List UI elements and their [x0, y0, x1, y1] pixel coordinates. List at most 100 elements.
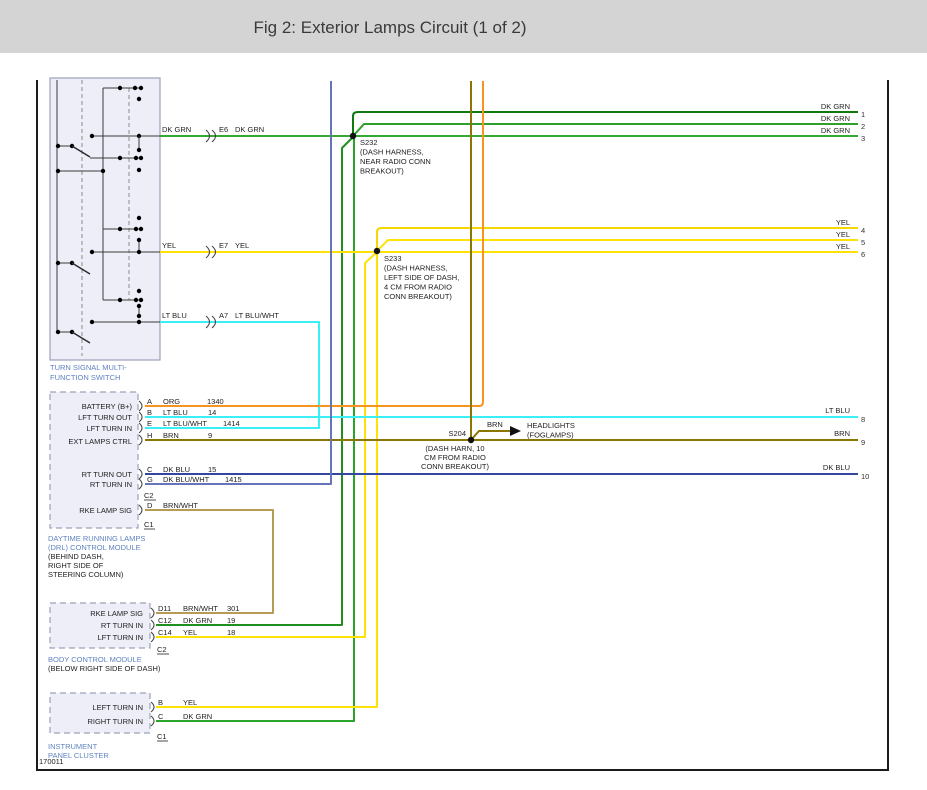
drl-pin-h: H: [147, 431, 152, 440]
wire-org: [145, 81, 484, 407]
drl-connector-c1: C1: [144, 520, 154, 529]
terminal-4-num: 4: [861, 226, 865, 235]
headlights-branch-label: BRN HEADLIGHTS (FOGLAMPS): [487, 420, 575, 440]
s232-note-3: BREAKOUT): [360, 167, 404, 176]
branch-dest-line1: HEADLIGHTS: [527, 421, 575, 430]
cluster-module-box: LEFT TURN IN B YEL RIGHT TURN IN C DK GR…: [49, 692, 212, 742]
drl-pin-c-ckt: 15: [208, 465, 216, 474]
terminal-3-wire: DK GRN: [821, 126, 850, 135]
bcm-pin-d11: D11: [158, 604, 171, 613]
drl-pin-d-wire: BRN/WHT: [163, 501, 198, 510]
s204-id: S204: [448, 429, 466, 438]
drl-pin-c-wire: DK BLU: [163, 465, 190, 474]
wire-brn-branch: [470, 430, 510, 441]
terminal-8-num: 8: [861, 415, 865, 424]
s233-note-3: 4 CM FROM RADIO: [384, 283, 452, 292]
drl-module-box: BATTERY (B+) A ORG 1340 LFT TURN OUT B L…: [49, 391, 242, 530]
bcm-loc: (BELOW RIGHT SIDE OF DASH): [48, 664, 161, 673]
wires: [145, 81, 858, 722]
s232-note-1: (DASH HARNESS,: [360, 148, 424, 157]
s233-note-2: LEFT SIDE OF DASH,: [384, 273, 459, 282]
terminal-8-wire: LT BLU: [825, 406, 850, 415]
drl-pin-d-label: RKE LAMP SIG: [79, 506, 132, 515]
drl-pin-a-wire: ORG: [163, 397, 180, 406]
wire-label-out: YEL: [235, 241, 249, 250]
exterior-lamps-circuit-diagram: TURN SIGNAL MULTI- FUNCTION SWITCH S232 …: [36, 77, 889, 771]
terminal-10-wire: DK BLU: [823, 463, 850, 472]
terminal-1-num: 1: [861, 110, 865, 119]
terminal-5-wire: YEL: [836, 230, 850, 239]
terminal-6-wire: YEL: [836, 242, 850, 251]
s204-note-3: CONN BREAKOUT): [421, 462, 489, 471]
terminal-2-wire: DK GRN: [821, 114, 850, 123]
bcm-pin-d11-ckt: 301: [227, 604, 240, 613]
turn-signal-switch-box: [49, 77, 161, 361]
s232-note-2: NEAR RADIO CONN: [360, 157, 431, 166]
wire-dk-grn-1: [352, 111, 858, 133]
drl-pin-b: B: [147, 408, 152, 417]
s204-note-2: CM FROM RADIO: [424, 453, 486, 462]
bcm-pin-c12-ckt: 19: [227, 616, 235, 625]
switch-output-yel: YEL E7 YEL: [162, 241, 249, 259]
terminal-5-num: 5: [861, 238, 865, 247]
bcm-module-label: BODY CONTROL MODULE (BELOW RIGHT SIDE OF…: [48, 655, 161, 673]
drl-name-line2: (DRL) CONTROL MODULE: [48, 543, 141, 552]
cluster-pin-b: B: [158, 698, 163, 707]
bcm-pin-c14-ckt: 18: [227, 628, 235, 637]
turn-signal-switch-label: TURN SIGNAL MULTI- FUNCTION SWITCH: [50, 363, 127, 382]
drl-pin-h-ckt: 9: [208, 431, 212, 440]
bcm-pin-c14-label: LFT TURN IN: [97, 633, 143, 642]
wire-yel-to-bcm-c14: [156, 251, 378, 638]
branch-wire-label: BRN: [487, 420, 503, 429]
s233-note-1: (DASH HARNESS,: [384, 264, 448, 273]
drl-pin-a: A: [147, 397, 152, 406]
wire-label: YEL: [162, 241, 176, 250]
bcm-module-box: RKE LAMP SIG D11 BRN/WHT 301 RT TURN IN …: [49, 602, 240, 655]
drl-pin-h-wire: BRN: [163, 431, 179, 440]
wire-label-out: LT BLU/WHT: [235, 311, 279, 320]
wire-dk-grn-2: [353, 123, 858, 136]
drl-pin-g-ckt: 1415: [225, 475, 242, 484]
wire-label: DK GRN: [162, 125, 191, 134]
cluster-pin-b-label: LEFT TURN IN: [92, 703, 143, 712]
s204-note-1: (DASH HARN, 10: [425, 444, 484, 453]
bcm-pin-c12-label: RT TURN IN: [101, 621, 143, 630]
headlights-arrow: [510, 426, 521, 436]
switch-name-line1: TURN SIGNAL MULTI-: [50, 363, 127, 372]
branch-dest-line2: (FOGLAMPS): [527, 431, 574, 440]
drl-connector-c2: C2: [144, 491, 154, 500]
cluster-pin-c: C: [158, 712, 164, 721]
right-terminals: DK GRN 1 DK GRN 2 DK GRN 3 YEL 4 YEL 5 Y…: [821, 102, 870, 481]
cluster-pin-c-label: RIGHT TURN IN: [87, 717, 143, 726]
drl-loc-line2: RIGHT SIDE OF: [48, 561, 104, 570]
drl-module-label: DAYTIME RUNNING LAMPS (DRL) CONTROL MODU…: [48, 534, 145, 579]
wire-label: LT BLU: [162, 311, 187, 320]
drl-pin-h-label: EXT LAMPS CTRL: [68, 437, 132, 446]
wire-yel-5: [377, 239, 858, 251]
drl-pin-g-label: RT TURN IN: [90, 480, 132, 489]
drl-pin-c-label: RT TURN OUT: [82, 470, 133, 479]
terminal-2-num: 2: [861, 122, 865, 131]
drl-pin-d: D: [147, 501, 153, 510]
bcm-pin-c14: C14: [158, 628, 172, 637]
wire-label-out: DK GRN: [235, 125, 264, 134]
drl-loc-line3: STEERING COLUMN): [48, 570, 124, 579]
bcm-pin-d11-label: RKE LAMP SIG: [90, 609, 143, 618]
drl-name-line1: DAYTIME RUNNING LAMPS: [48, 534, 145, 543]
drl-pin-b-label: LFT TURN OUT: [78, 413, 132, 422]
switch-name-line2: FUNCTION SWITCH: [50, 373, 120, 382]
wire-yel-4: [376, 227, 858, 248]
bcm-pin-c12-wire: DK GRN: [183, 616, 212, 625]
drl-pin-a-ckt: 1340: [207, 397, 224, 406]
drl-pin-b-ckt: 14: [208, 408, 216, 417]
figure-doc-number: 170011: [39, 757, 63, 766]
s233-id: S233: [384, 254, 402, 263]
terminal-9-num: 9: [861, 438, 865, 447]
drl-pin-g-wire: DK BLU/WHT: [163, 475, 210, 484]
terminal-9-wire: BRN: [834, 429, 850, 438]
bcm-name: BODY CONTROL MODULE: [48, 655, 142, 664]
drl-pin-e-label: LFT TURN IN: [86, 424, 132, 433]
drl-pin-e: E: [147, 419, 152, 428]
bcm-pin-d11-wire: BRN/WHT: [183, 604, 218, 613]
bcm-connector-c2: C2: [157, 645, 167, 654]
